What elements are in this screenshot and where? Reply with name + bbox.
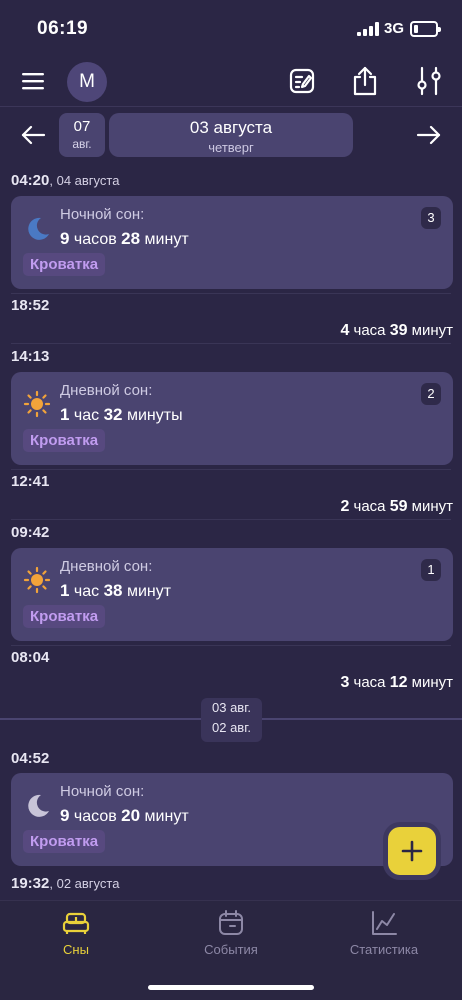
arrow-right-icon <box>416 125 441 145</box>
sleep-type: Дневной сон: <box>60 558 153 575</box>
divider <box>11 293 451 294</box>
sleep-card[interactable]: Дневной сон: 1 час 32 минуты 2 Кроватка <box>11 372 453 465</box>
divider <box>11 519 451 520</box>
toolbar: M <box>0 58 462 106</box>
share-button[interactable] <box>350 62 380 100</box>
location-tag: Кроватка <box>23 605 106 628</box>
tab-label: Статистика <box>349 942 419 957</box>
day-separator: 03 авг. 02 авг. <box>201 698 262 742</box>
moon-blue-icon <box>28 217 49 240</box>
chart-icon <box>372 911 397 935</box>
toolbar-divider <box>0 106 462 107</box>
awake-gap: 2 часа 59 минут <box>340 498 453 515</box>
week-chip[interactable]: 07 авг. <box>59 113 105 157</box>
time-label: 04:52 <box>11 750 50 767</box>
time-label: 18:52 <box>11 297 50 314</box>
edit-button[interactable] <box>286 64 318 98</box>
divider <box>11 469 451 470</box>
tab-label: Сны <box>63 942 89 957</box>
status-time: 06:19 <box>37 18 89 39</box>
date-suffix: , 04 августа <box>49 173 120 188</box>
date-navigation: 07 авг. 03 августа четверг <box>0 108 462 164</box>
battery-low-icon <box>410 21 441 37</box>
share-icon <box>353 66 377 96</box>
sun-icon <box>23 390 51 418</box>
hamburger-icon <box>22 73 44 90</box>
bed-icon <box>62 912 90 934</box>
location-tag: Кроватка <box>23 253 106 276</box>
sleep-duration: 9 часов 28 минут <box>60 229 189 248</box>
location-tag: Кроватка <box>23 429 106 452</box>
previous-day-button[interactable] <box>18 120 48 150</box>
location-tag: Кроватка <box>23 830 106 853</box>
sleep-card[interactable]: Дневной сон: 1 час 38 минут 1 Кроватка <box>11 548 453 641</box>
filter-button[interactable] <box>414 64 444 98</box>
tab-sleep[interactable]: Сны <box>16 909 136 957</box>
awake-gap: 3 часа 12 минут <box>340 674 453 691</box>
calendar-icon <box>219 910 243 935</box>
sleep-card[interactable]: Ночной сон: 9 часов 28 минут 3 Кроватка <box>11 196 453 289</box>
count-badge: 3 <box>421 207 441 229</box>
week-chip-day: 07 <box>73 118 91 135</box>
divider <box>11 645 451 646</box>
count-badge: 2 <box>421 383 441 405</box>
edit-note-icon <box>289 68 315 94</box>
day-separator-upper: 03 авг. <box>212 700 251 715</box>
count-badge: 1 <box>421 559 441 581</box>
next-day-button[interactable] <box>414 120 444 150</box>
time-label: 12:41 <box>11 473 50 490</box>
sleep-duration: 9 часов 20 минут <box>60 806 189 825</box>
tab-label: События <box>204 942 258 957</box>
status-bar: 06:19 3G <box>0 0 462 58</box>
add-button[interactable] <box>388 827 436 875</box>
time-label: 09:42 <box>11 524 50 541</box>
week-chip-month: авг. <box>72 137 92 151</box>
avatar[interactable]: M <box>67 62 107 102</box>
tab-events[interactable]: События <box>171 909 291 957</box>
current-date-chip[interactable]: 03 августа четверг <box>109 113 353 157</box>
moon-grey-icon <box>28 794 49 817</box>
divider <box>11 343 451 344</box>
sleep-card[interactable]: Ночной сон: 9 часов 20 минут Кроватка <box>11 773 453 866</box>
time-label: 19:32, 02 августа <box>11 875 120 892</box>
time-label: 04:20, 04 августа <box>11 172 120 189</box>
sleep-type: Дневной сон: <box>60 382 153 399</box>
tab-statistics[interactable]: Статистика <box>324 909 444 957</box>
day-separator-lower: 02 авг. <box>212 720 251 735</box>
sleep-type: Ночной сон: <box>60 206 145 223</box>
plus-icon <box>401 840 423 862</box>
sun-icon <box>23 566 51 594</box>
current-weekday: четверг <box>208 140 254 155</box>
avatar-letter: M <box>79 71 95 92</box>
current-date: 03 августа <box>189 118 273 137</box>
network-type: 3G <box>384 20 405 37</box>
awake-gap: 4 часа 39 минут <box>340 322 453 339</box>
date-suffix: , 02 августа <box>49 876 120 891</box>
menu-button[interactable] <box>18 66 48 96</box>
sleep-duration: 1 час 32 минуты <box>60 405 183 424</box>
sleep-duration: 1 час 38 минут <box>60 581 172 600</box>
home-indicator <box>148 985 314 990</box>
time-label: 08:04 <box>11 649 50 666</box>
arrow-left-icon <box>21 125 46 145</box>
signal-icon <box>357 22 379 36</box>
sliders-icon <box>417 66 441 96</box>
time-label: 14:13 <box>11 348 50 365</box>
sleep-type: Ночной сон: <box>60 783 145 800</box>
